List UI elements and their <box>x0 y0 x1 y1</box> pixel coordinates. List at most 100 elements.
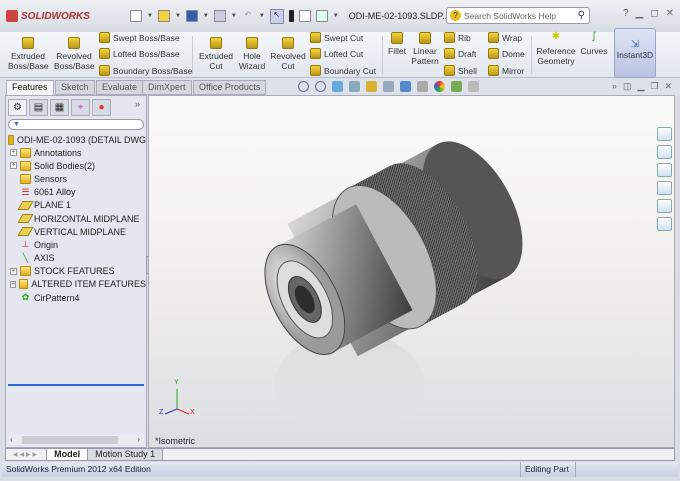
view-orientation-icon[interactable] <box>383 81 394 92</box>
zoom-to-area-icon[interactable] <box>315 81 326 92</box>
view-palette-icon[interactable] <box>657 181 672 195</box>
feature-manager-tab-icon[interactable]: ⚙ <box>8 99 27 116</box>
property-manager-tab-icon[interactable]: ▤ <box>29 99 48 116</box>
rib-button[interactable]: Rib <box>444 32 471 43</box>
fillet-button[interactable]: Fillet <box>385 32 409 56</box>
tree-item[interactable]: Sensors <box>10 172 146 185</box>
extruded-boss-button[interactable]: Extruded Boss/Base <box>8 37 49 71</box>
feature-filter-input[interactable]: ▼ <box>8 119 144 130</box>
expand-panel-icon[interactable]: » <box>135 99 140 116</box>
chevron-down-icon[interactable]: ▼ <box>175 13 181 19</box>
tree-item[interactable]: PLANE 1 <box>10 199 146 212</box>
tab-model[interactable]: Model <box>47 449 89 460</box>
chevron-down-icon[interactable]: ▼ <box>333 13 339 19</box>
display-manager-tab-icon[interactable]: ● <box>92 99 111 116</box>
display-style-icon[interactable] <box>400 81 411 92</box>
chevron-down-icon[interactable]: ▼ <box>203 13 209 19</box>
tab-navigation-arrows-icon[interactable]: ◂◂▸▸ <box>6 449 48 460</box>
tree-item[interactable]: + ALTERED ITEM FEATURES <box>10 278 146 291</box>
part-root-node[interactable]: ODI-ME-02-1093 (DETAIL DWG <box>6 133 146 146</box>
shell-button[interactable]: Shell <box>444 65 477 76</box>
open-icon[interactable] <box>157 10 170 22</box>
hole-wizard-button[interactable]: Hole Wizard <box>236 37 268 71</box>
close-icon[interactable]: ✕ <box>666 8 674 19</box>
zoom-to-fit-icon[interactable] <box>298 81 309 92</box>
file-explorer-icon[interactable] <box>657 163 672 177</box>
hide-show-items-icon[interactable] <box>417 81 428 92</box>
mirror-button[interactable]: Mirror <box>488 65 524 76</box>
dimxpert-manager-tab-icon[interactable]: ⌖ <box>71 99 90 116</box>
boundary-cut-button[interactable]: Boundary Cut <box>310 65 376 76</box>
tab-motion-study-1[interactable]: Motion Study 1 <box>88 449 164 460</box>
tree-item[interactable]: + Annotations <box>10 146 146 159</box>
horizontal-scrollbar[interactable]: ‹ › <box>8 435 144 445</box>
maximize-icon[interactable]: ◻ <box>650 8 658 19</box>
tree-item[interactable]: + STOCK FEATURES <box>10 265 146 278</box>
revolved-boss-button[interactable]: Revolved Boss/Base <box>54 37 95 71</box>
help-icon[interactable]: ? <box>623 8 629 19</box>
options-icon[interactable] <box>315 10 328 22</box>
swept-boss-button[interactable]: Swept Boss/Base <box>99 32 180 43</box>
tree-item[interactable]: HORIZONTAL MIDPLANE <box>10 212 146 225</box>
tree-item[interactable]: + Solid Bodies(2) <box>10 159 146 172</box>
expand-icon[interactable]: + <box>10 149 17 157</box>
scroll-right-icon[interactable]: › <box>137 435 140 444</box>
search-icon[interactable]: ⚲ <box>578 10 585 21</box>
view-settings-icon[interactable] <box>468 81 479 92</box>
draft-button[interactable]: Draft <box>444 48 476 59</box>
print-icon[interactable] <box>213 10 226 22</box>
tab-office-products[interactable]: Office Products <box>193 80 267 95</box>
chevron-down-icon[interactable]: ▼ <box>231 13 237 19</box>
extruded-cut-button[interactable]: Extruded Cut <box>197 37 235 71</box>
reference-geometry-button[interactable]: ✱ Reference Geometry <box>534 32 578 67</box>
section-view-icon[interactable] <box>349 81 360 92</box>
appearances-scenes-icon[interactable] <box>657 199 672 213</box>
tile-icon[interactable]: ◫ <box>623 81 632 92</box>
tree-item[interactable]: ✿ CirPattern4 <box>10 291 146 304</box>
solidworks-resources-icon[interactable] <box>657 127 672 141</box>
instant3d-button[interactable]: ⇲ Instant3D <box>614 28 656 78</box>
save-icon[interactable] <box>185 10 198 22</box>
expand-left-icon[interactable]: » <box>612 81 617 92</box>
file-properties-icon[interactable] <box>298 10 311 22</box>
tree-item[interactable]: ☰ 6061 Alloy <box>10 186 146 199</box>
help-search-input[interactable]: ? Search SolidWorks Help ⚲ <box>446 7 590 24</box>
dynamic-annotation-icon[interactable] <box>366 81 377 92</box>
scroll-left-icon[interactable]: ‹ <box>10 435 13 444</box>
chevron-down-icon[interactable]: ▼ <box>147 13 153 19</box>
curves-button[interactable]: ʃ Curves <box>580 32 608 57</box>
expand-icon[interactable]: + <box>10 280 17 288</box>
previous-view-icon[interactable] <box>332 81 343 92</box>
wrap-button[interactable]: Wrap <box>488 32 522 43</box>
design-library-icon[interactable] <box>657 145 672 159</box>
tab-evaluate[interactable]: Evaluate <box>96 80 144 95</box>
undo-icon[interactable]: ↶ <box>242 10 254 22</box>
apply-scene-icon[interactable] <box>451 81 462 92</box>
graphics-viewport[interactable]: Y X Z *Isometric <box>148 95 675 448</box>
tab-dimxpert[interactable]: DimXpert <box>142 80 192 95</box>
chevron-down-icon[interactable]: ▼ <box>259 13 265 19</box>
part-model[interactable] <box>149 96 675 448</box>
revolved-cut-button[interactable]: Revolved Cut <box>269 37 307 71</box>
tab-features[interactable]: Features <box>6 80 54 96</box>
custom-properties-icon[interactable] <box>657 217 672 231</box>
tab-sketch[interactable]: Sketch <box>55 80 95 95</box>
expand-icon[interactable]: + <box>10 162 17 170</box>
tree-item[interactable]: ⊥ Origin <box>10 238 146 251</box>
viewport-close-icon[interactable]: ✕ <box>664 81 672 92</box>
edit-appearance-icon[interactable] <box>434 81 445 92</box>
viewport-restore-icon[interactable]: ❐ <box>650 81 658 92</box>
rollback-bar[interactable] <box>8 384 144 386</box>
configuration-manager-tab-icon[interactable]: ▦ <box>50 99 69 116</box>
linear-pattern-button[interactable]: Linear Pattern <box>409 32 441 66</box>
rebuild-traffic-light-icon[interactable] <box>288 10 294 22</box>
select-pointer-icon[interactable]: ↖ <box>269 8 284 24</box>
new-document-icon[interactable] <box>130 10 142 22</box>
lofted-cut-button[interactable]: Lofted Cut <box>310 48 363 59</box>
swept-cut-button[interactable]: Swept Cut <box>310 32 363 43</box>
dome-button[interactable]: Dome <box>488 48 525 59</box>
tree-item[interactable]: ╲ AXIS <box>10 252 146 265</box>
lofted-boss-button[interactable]: Lofted Boss/Base <box>99 48 180 59</box>
solidworks-logo[interactable]: SOLIDWORKS <box>6 10 102 22</box>
tree-item[interactable]: VERTICAL MIDPLANE <box>10 225 146 238</box>
